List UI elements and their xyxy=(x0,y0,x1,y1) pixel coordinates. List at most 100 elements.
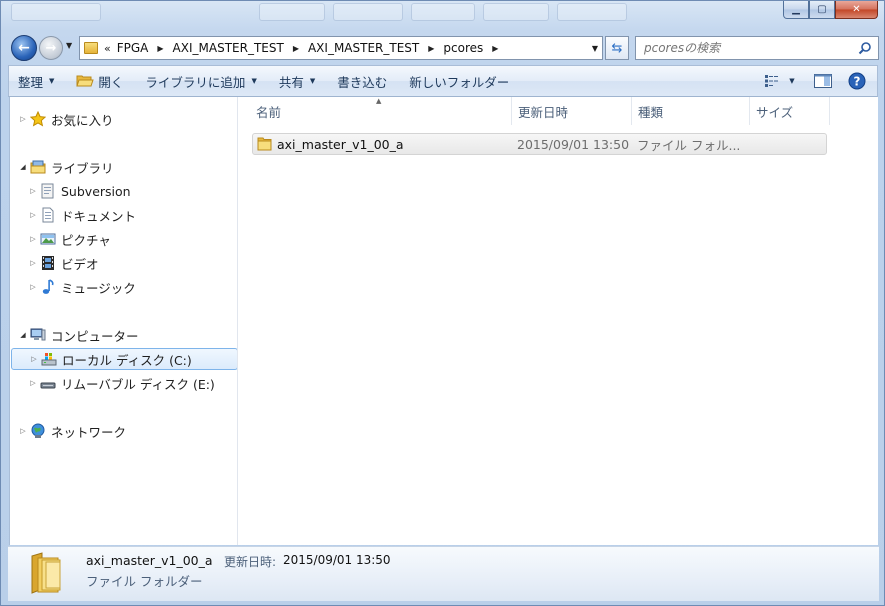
help-button[interactable]: ? xyxy=(845,70,869,92)
nav-item-local-disk[interactable]: ▷ ローカル ディスク (C:) xyxy=(11,348,238,370)
open-button[interactable]: 開く xyxy=(67,69,132,93)
breadcrumb-overflow[interactable]: « xyxy=(104,42,111,55)
videos-icon xyxy=(42,256,54,270)
search-icon[interactable] xyxy=(858,41,872,55)
column-header-type[interactable]: 種類 xyxy=(632,97,750,125)
search-box[interactable] xyxy=(635,36,879,60)
expand-arrow-icon[interactable]: ▷ xyxy=(28,259,38,267)
nav-item-libraries[interactable]: ◢ ライブラリ xyxy=(18,156,114,178)
back-button[interactable]: ← xyxy=(11,35,37,61)
local-disk-icon xyxy=(41,353,57,366)
chevron-down-icon: ▼ xyxy=(251,77,257,85)
sort-ascending-icon: ▲ xyxy=(376,97,382,105)
organize-label: 整理 xyxy=(18,74,44,90)
details-file-name: axi_master_v1_00_a xyxy=(86,553,213,568)
breadcrumb-item[interactable]: AXI_MASTER_TEST xyxy=(173,41,284,55)
expand-arrow-icon[interactable]: ▷ xyxy=(29,355,39,363)
nav-item-favorites[interactable]: ▷ お気に入り xyxy=(18,108,114,130)
breadcrumb-separator-icon[interactable]: ▶ xyxy=(492,44,498,53)
documents-icon xyxy=(42,207,54,223)
nav-item-network[interactable]: ▷ ネットワーク xyxy=(18,420,126,442)
column-header-label: 種類 xyxy=(638,104,664,120)
file-row[interactable]: axi_master_v1_00_a 2015/09/01 13:50 ファイル… xyxy=(252,133,827,155)
expand-arrow-icon[interactable]: ▷ xyxy=(28,283,38,291)
chevron-down-icon: ▼ xyxy=(309,77,316,85)
minimize-icon: ▁ xyxy=(792,4,800,15)
burn-label: 書き込む xyxy=(337,74,388,90)
expand-arrow-icon[interactable]: ▷ xyxy=(28,187,38,195)
nav-label: ピクチャ xyxy=(61,232,111,248)
organize-menu[interactable]: 整理 ▼ xyxy=(9,69,63,93)
help-icon: ? xyxy=(848,72,866,90)
preview-pane-button[interactable] xyxy=(811,70,835,92)
nav-item-documents[interactable]: ▷ ドキュメント xyxy=(28,204,136,226)
arrow-left-icon: ← xyxy=(18,40,30,56)
breadcrumb-item[interactable]: FPGA xyxy=(117,41,149,55)
chevron-down-icon: ▼ xyxy=(66,41,73,50)
nav-label: ローカル ディスク (C:) xyxy=(62,352,192,368)
details-modified-label: 更新日時: xyxy=(224,555,277,569)
change-view-button[interactable] xyxy=(761,70,785,92)
title-bar-ghost xyxy=(11,3,101,21)
include-in-library-menu[interactable]: ライブラリに追加 ▼ xyxy=(136,69,265,93)
nav-item-music[interactable]: ▷ ミュージック xyxy=(28,276,136,298)
file-type: ファイル フォル... xyxy=(637,137,741,153)
address-bar[interactable]: « FPGA ▶ AXI_MASTER_TEST ▶ AXI_MASTER_TE… xyxy=(79,36,603,60)
recent-pages-dropdown[interactable]: ▼ xyxy=(66,41,72,50)
nav-label: Subversion xyxy=(61,183,131,199)
nav-item-subversion[interactable]: ▷ Subversion xyxy=(28,180,131,202)
nav-item-pictures[interactable]: ▷ ピクチャ xyxy=(28,228,111,250)
address-dropdown-icon[interactable]: ▼ xyxy=(592,44,598,53)
new-folder-label: 新しいフォルダー xyxy=(409,74,510,90)
maximize-icon: ▢ xyxy=(817,4,827,15)
removable-disk-icon xyxy=(40,382,56,389)
nav-label: コンピューター xyxy=(51,328,139,344)
expand-arrow-icon[interactable]: ▷ xyxy=(28,379,38,387)
breadcrumb-item[interactable]: pcores xyxy=(443,41,483,55)
breadcrumb-item[interactable]: AXI_MASTER_TEST xyxy=(308,41,419,55)
share-menu[interactable]: 共有 ▼ xyxy=(270,69,324,93)
breadcrumb-separator-icon[interactable]: ▶ xyxy=(428,44,434,53)
computer-icon xyxy=(30,328,46,341)
minimize-button[interactable]: ▁ xyxy=(783,1,809,19)
view-menu-dropdown[interactable]: ▼ xyxy=(787,70,797,92)
file-list: 名前 ▲ 更新日時 種類 サイズ axi_master_v1_00_a 2015… xyxy=(238,97,878,545)
expand-arrow-icon[interactable]: ▷ xyxy=(18,427,28,435)
nav-label: ネットワーク xyxy=(51,424,127,440)
forward-button[interactable]: → xyxy=(39,36,63,60)
nav-item-videos[interactable]: ▷ ビデオ xyxy=(28,252,99,274)
details-modified-value: 2015/09/01 13:50 xyxy=(283,553,391,567)
title-bar[interactable]: ▁ ▢ ✕ xyxy=(1,1,884,31)
expand-arrow-icon[interactable]: ▷ xyxy=(28,235,38,243)
collapse-arrow-icon[interactable]: ◢ xyxy=(18,163,28,171)
search-input[interactable] xyxy=(644,41,854,55)
share-label: 共有 xyxy=(278,74,304,90)
open-folder-icon xyxy=(76,75,95,87)
chevron-down-icon: ▼ xyxy=(49,77,55,85)
burn-button[interactable]: 書き込む xyxy=(328,69,396,93)
open-label: 開く xyxy=(98,74,124,90)
svg-text:?: ? xyxy=(854,75,861,89)
new-folder-button[interactable]: 新しいフォルダー xyxy=(400,69,518,93)
expand-arrow-icon[interactable]: ▷ xyxy=(18,115,28,123)
details-pane: axi_master_v1_00_a 更新日時: 2015/09/01 13:5… xyxy=(8,546,879,601)
column-header-label: 名前 xyxy=(256,104,282,120)
column-header-modified[interactable]: 更新日時 xyxy=(512,97,632,125)
subversion-library-icon xyxy=(41,183,54,199)
collapse-arrow-icon[interactable]: ◢ xyxy=(18,331,28,339)
close-button[interactable]: ✕ xyxy=(835,1,878,19)
refresh-button[interactable]: ⇆ xyxy=(605,36,629,60)
column-header-size[interactable]: サイズ xyxy=(750,97,830,125)
library-icon xyxy=(30,160,46,174)
breadcrumb-separator-icon[interactable]: ▶ xyxy=(293,44,299,53)
expand-arrow-icon[interactable]: ▷ xyxy=(28,211,38,219)
explorer-window: ▁ ▢ ✕ ← → ▼ « FPGA ▶ AXI_MASTER_TEST ▶ A… xyxy=(0,0,885,606)
nav-label: ドキュメント xyxy=(61,208,137,224)
nav-item-removable-disk[interactable]: ▷ リムーバブル ディスク (E:) xyxy=(28,372,215,394)
nav-item-computer[interactable]: ◢ コンピューター xyxy=(18,324,139,346)
nav-label: ミュージック xyxy=(61,280,136,296)
breadcrumb-separator-icon[interactable]: ▶ xyxy=(157,44,163,53)
title-bar-ghost xyxy=(259,3,325,21)
maximize-button[interactable]: ▢ xyxy=(809,1,835,19)
title-bar-ghost xyxy=(411,3,475,21)
